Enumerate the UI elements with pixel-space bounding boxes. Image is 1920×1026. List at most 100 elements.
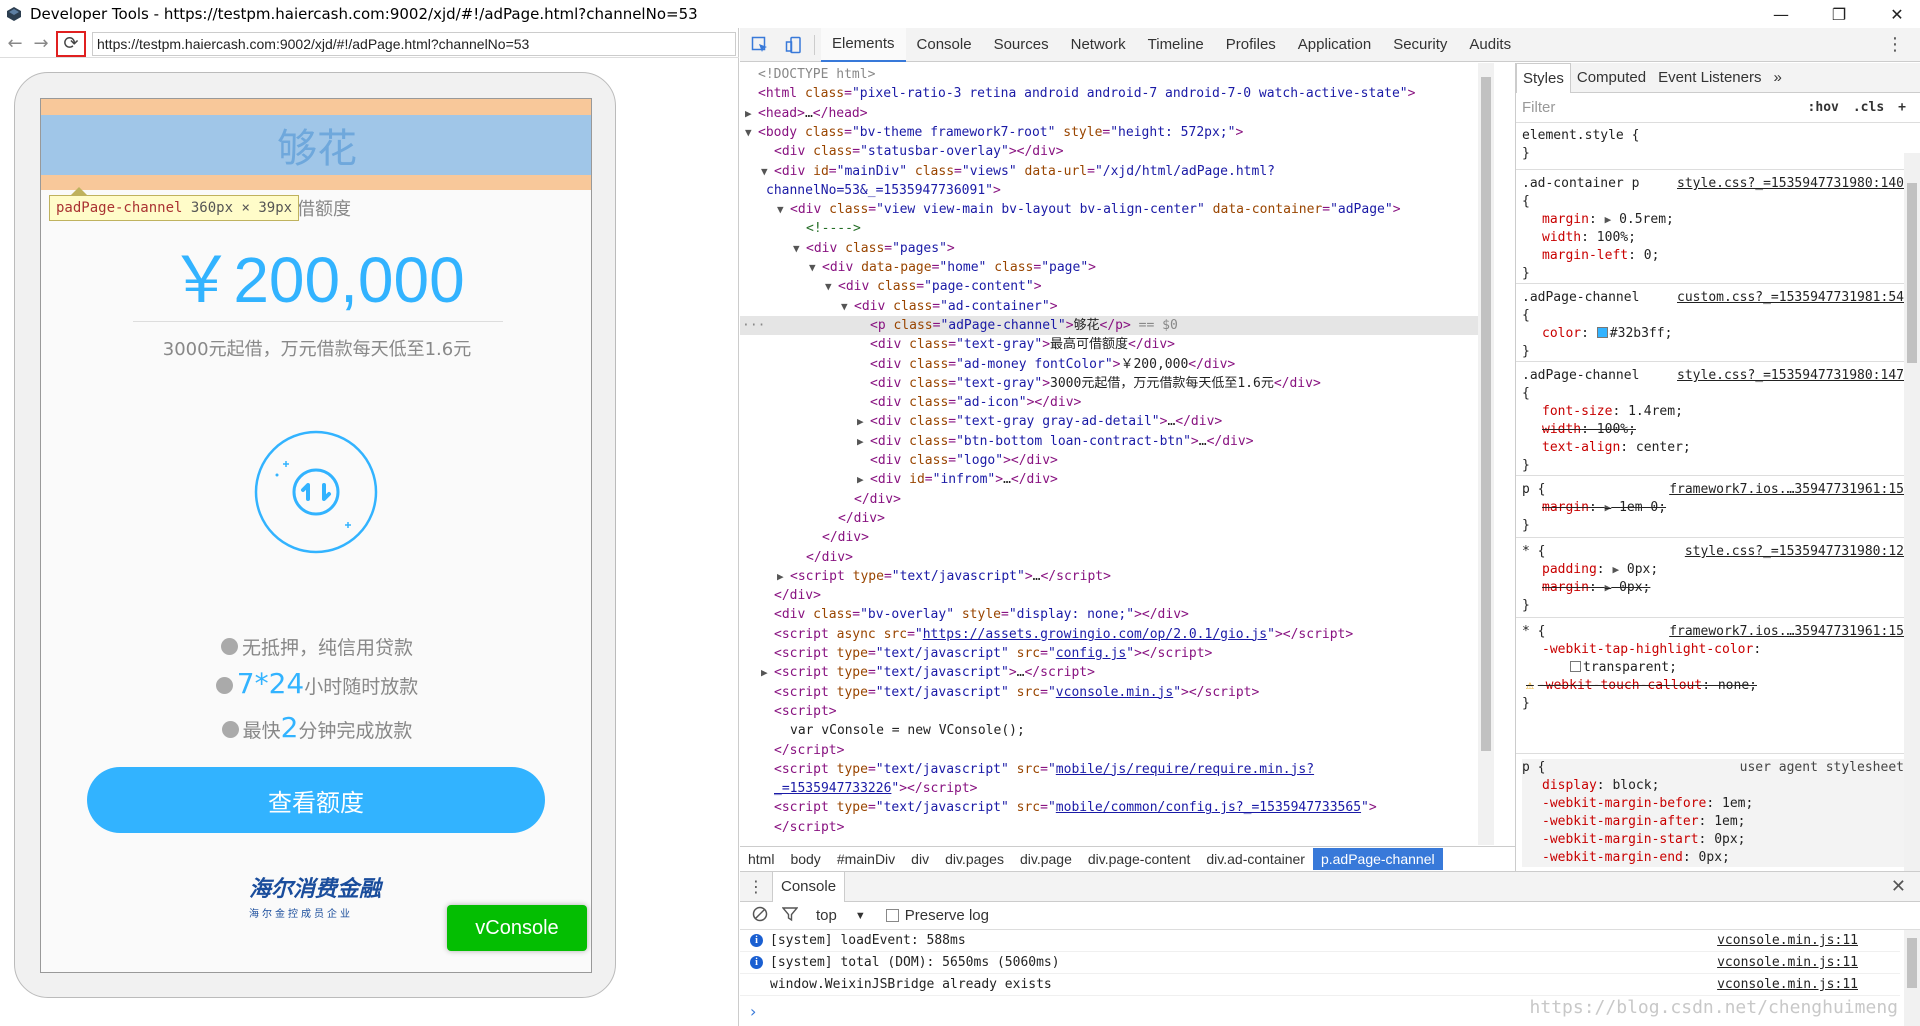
rule-source-link[interactable]: style.css?_=1535947731980:140: [1677, 175, 1904, 193]
dom-node-line[interactable]: <script type="text/javascript" src="conf…: [740, 644, 1212, 663]
dom-node-line[interactable]: <div class="ad-money fontColor">￥200,000…: [740, 355, 1235, 374]
dom-node-line[interactable]: ▼ <div class="ad-container">: [740, 297, 1058, 316]
styles-scrollbar[interactable]: [1904, 153, 1920, 871]
rule-source-link[interactable]: framework7.ios.…35947731961:15: [1669, 623, 1904, 641]
rule-source-link[interactable]: custom.css?_=1535947731981:54: [1677, 289, 1904, 307]
tab-security[interactable]: Security: [1382, 28, 1458, 62]
more-options-icon[interactable]: ⋮: [1886, 34, 1904, 55]
device-toolbar-icon[interactable]: [780, 31, 808, 59]
dom-node-line[interactable]: <!---->: [740, 219, 861, 238]
rule-source-link[interactable]: style.css?_=1535947731980:147: [1677, 367, 1904, 385]
dom-node-line[interactable]: </div>: [740, 490, 901, 509]
tab-elements[interactable]: Elements: [821, 27, 906, 62]
dom-node-line[interactable]: var vConsole = new VConsole();: [740, 721, 1025, 740]
rule-source-link[interactable]: framework7.ios.…35947731961:15: [1669, 481, 1904, 499]
dom-node-line[interactable]: ▶ <div class="btn-bottom loan-contract-bt…: [740, 432, 1254, 451]
dom-node-line[interactable]: </div>: [740, 528, 869, 547]
dom-node-line[interactable]: <div class="text-gray">3000元起借，万元借款每天低至1…: [740, 374, 1321, 393]
dom-node-line[interactable]: ▶ <script type="text/javascript">…</scrip…: [740, 663, 1095, 682]
breadcrumb-item[interactable]: body: [782, 848, 828, 870]
filter-input[interactable]: Filter: [1522, 99, 1808, 116]
breadcrumb-item[interactable]: #mainDiv: [829, 848, 903, 870]
dom-node-line[interactable]: ▼ <div class="page-content">: [740, 277, 1042, 296]
dom-node-line[interactable]: ▼ <div data-page="home" class="page">: [740, 258, 1096, 277]
tab-profiles[interactable]: Profiles: [1215, 28, 1287, 62]
dom-node-line[interactable]: _=1535947733226"></script>: [740, 779, 978, 798]
console-source-link[interactable]: vconsole.min.js:11: [1717, 974, 1858, 996]
dom-node-line[interactable]: <div class="ad-icon"></div>: [740, 393, 1081, 412]
selected-dom-node[interactable]: ··· <p class="adPage-channel">够花</p> == $…: [740, 315, 1494, 335]
tree-scrollbar[interactable]: [1478, 63, 1494, 845]
styles-tab-0[interactable]: Styles: [1516, 63, 1571, 93]
breadcrumb-item[interactable]: p.adPage-channel: [1312, 847, 1443, 870]
dom-node-line[interactable]: <div class="bv-overlay" style="display: …: [740, 605, 1189, 624]
drawer-menu-icon[interactable]: ⋮: [746, 877, 766, 896]
console-source-link[interactable]: vconsole.min.js:11: [1717, 930, 1858, 952]
scroll-thumb[interactable]: [1481, 77, 1491, 751]
console-source-link[interactable]: vconsole.min.js:11: [1717, 952, 1858, 974]
ad-channel-highlight[interactable]: 够花: [41, 99, 591, 190]
dom-node-line[interactable]: <script async src="https://assets.growin…: [740, 625, 1353, 644]
dom-node-line[interactable]: </div>: [740, 509, 885, 528]
url-input[interactable]: [92, 31, 736, 56]
dom-node-line[interactable]: <script type="text/javascript" src="mobi…: [740, 798, 1377, 817]
preserve-log-checkbox[interactable]: [885, 909, 899, 922]
dom-node-line[interactable]: <!DOCTYPE html>: [740, 65, 875, 84]
dom-node-line[interactable]: <script>: [740, 702, 837, 721]
dom-node-line[interactable]: channelNo=53&_=1535947736091">: [740, 181, 1001, 200]
breadcrumb-item[interactable]: html: [740, 848, 782, 870]
dom-node-line[interactable]: <div class="text-gray">最高可借额度</div>: [740, 335, 1175, 354]
transparent-swatch[interactable]: [1570, 661, 1581, 672]
dom-node-line[interactable]: ▶ <head>…</head>: [740, 104, 868, 123]
tab-timeline[interactable]: Timeline: [1137, 28, 1215, 62]
tab-audits[interactable]: Audits: [1458, 28, 1522, 62]
breadcrumb-item[interactable]: div.ad-container: [1198, 848, 1313, 870]
vconsole-button[interactable]: vConsole: [447, 905, 587, 951]
context-dropdown-icon[interactable]: ▼: [855, 910, 866, 922]
breadcrumb-item[interactable]: div.page: [1012, 848, 1080, 870]
dom-node-line[interactable]: </div>: [740, 586, 821, 605]
dom-node-line[interactable]: ▼ <div id="mainDiv" class="views" data-ur…: [740, 162, 1275, 181]
dom-node-line[interactable]: ▼ <div class="view view-main bv-layout bv…: [740, 200, 1401, 219]
inspect-element-icon[interactable]: [746, 31, 774, 59]
class-toggle[interactable]: .cls: [1853, 100, 1884, 115]
filter-icon[interactable]: [781, 906, 799, 926]
dom-node-line[interactable]: <div class="logo"></div>: [740, 451, 1058, 470]
styles-tab-3[interactable]: »: [1767, 63, 1787, 93]
close-drawer-icon[interactable]: ✕: [1891, 876, 1906, 897]
dom-node-line[interactable]: <script type="text/javascript" src="mobi…: [740, 760, 1314, 779]
reload-icon[interactable]: ⟳: [56, 30, 86, 57]
close-window-button[interactable]: ✕: [1874, 0, 1920, 28]
tab-sources[interactable]: Sources: [983, 28, 1060, 62]
styles-tab-2[interactable]: Event Listeners: [1652, 63, 1767, 93]
context-selector[interactable]: top: [816, 907, 837, 924]
dom-node-line[interactable]: </div>: [740, 548, 853, 567]
dom-node-line[interactable]: ▶ <div id="infrom">…</div>: [740, 470, 1058, 489]
dom-node-line[interactable]: </script>: [740, 818, 844, 837]
restore-button[interactable]: ❐: [1816, 0, 1862, 28]
color-swatch[interactable]: [1596, 327, 1608, 338]
forward-icon[interactable]: →: [30, 33, 52, 55]
dom-node-line[interactable]: <html class="pixel-ratio-3 retina androi…: [740, 84, 1415, 103]
minimize-button[interactable]: —: [1758, 0, 1804, 28]
dom-node-line[interactable]: ▶ <script type="text/javascript">…</scrip…: [740, 567, 1111, 586]
dom-node-line[interactable]: <script type="text/javascript" src="vcon…: [740, 683, 1259, 702]
dom-node-line[interactable]: ▶ <div class="text-gray gray-ad-detail">……: [740, 412, 1222, 431]
dom-node-line[interactable]: <div class="statusbar-overlay"></div>: [740, 142, 1064, 161]
back-icon[interactable]: ←: [4, 33, 26, 55]
clear-console-icon[interactable]: [752, 906, 768, 926]
breadcrumb-item[interactable]: div: [903, 848, 937, 870]
breadcrumb-item[interactable]: div.pages: [937, 848, 1012, 870]
console-scrollbar[interactable]: [1904, 930, 1920, 1026]
dom-node-line[interactable]: ▼ <div class="pages">: [740, 239, 955, 258]
rule-source-link[interactable]: style.css?_=1535947731980:12: [1685, 543, 1904, 561]
console-prompt-icon[interactable]: ›: [750, 1002, 756, 1021]
console-tab[interactable]: Console: [772, 871, 846, 902]
hover-toggle[interactable]: :hov: [1808, 100, 1839, 115]
tab-application[interactable]: Application: [1287, 28, 1382, 62]
scroll-thumb[interactable]: [1907, 938, 1917, 988]
breadcrumb-item[interactable]: div.page-content: [1080, 848, 1198, 870]
tab-console[interactable]: Console: [906, 28, 983, 62]
dom-node-line[interactable]: </script>: [740, 741, 844, 760]
check-quota-button[interactable]: 查看额度: [87, 767, 545, 833]
